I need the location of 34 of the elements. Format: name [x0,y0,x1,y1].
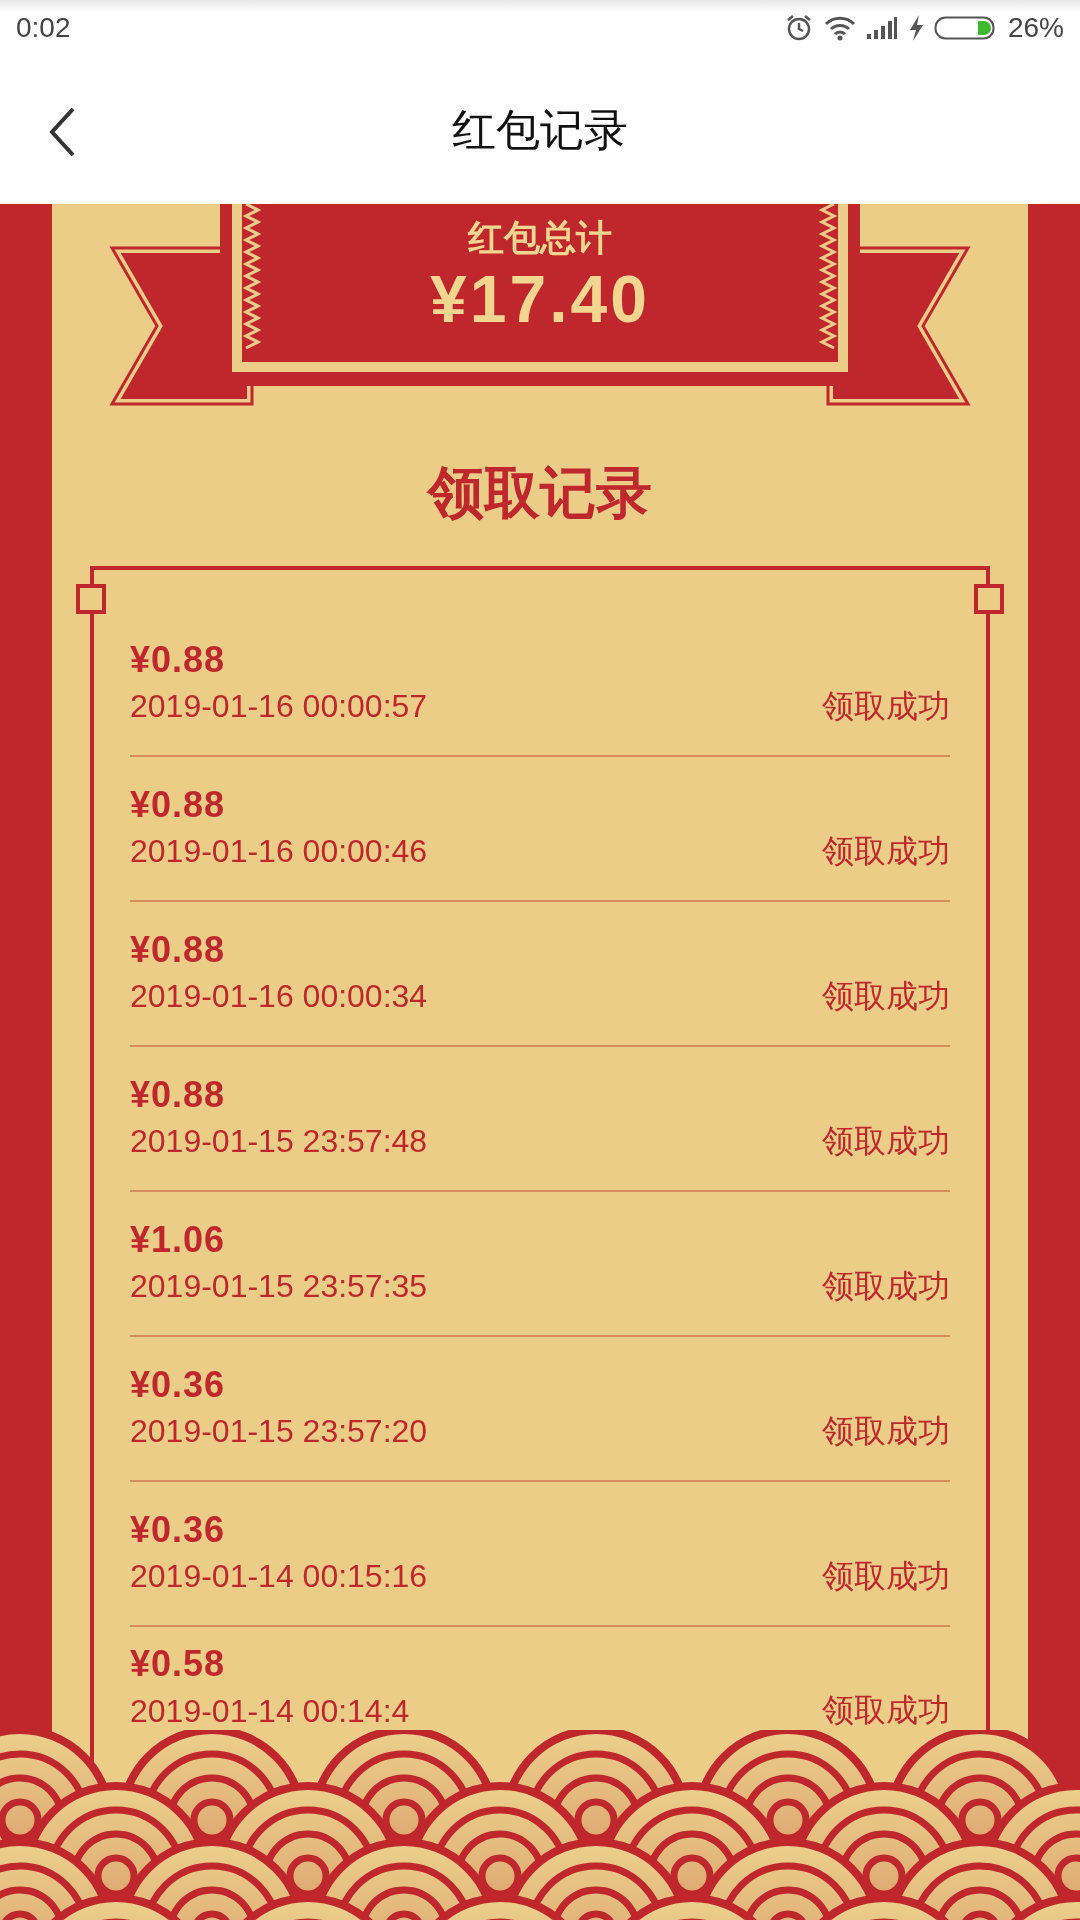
record-status: 领取成功 [822,1555,950,1597]
total-amount: ¥17.40 [430,263,650,336]
record-amount: ¥0.36 [130,1363,227,1406]
record-amount: ¥0.88 [130,638,227,681]
record-status: 领取成功 [822,830,950,872]
record-amount: ¥1.06 [130,1218,227,1261]
section-heading: 领取记录 [428,458,652,527]
record-amount: ¥0.88 [130,783,227,826]
record-time: 2019-01-16 00:00:57 [130,688,428,725]
record-time: 2019-01-16 00:00:46 [130,833,428,870]
signal-icon [865,16,898,40]
record-status: 领取成功 [822,1410,950,1452]
battery-percent: 26% [1007,12,1064,44]
record-time: 2019-01-15 23:57:48 [130,1123,428,1160]
record-status: 领取成功 [822,685,950,727]
charging-icon [907,14,924,42]
record-time: 2019-01-16 00:00:34 [130,978,428,1015]
wifi-icon [823,15,856,41]
battery-icon [933,14,998,42]
record-time: 2019-01-14 00:14:4 [130,1692,410,1730]
record-amount: ¥0.88 [130,928,227,971]
record-status: 领取成功 [822,1120,950,1162]
page-title: 红包记录 [452,102,628,157]
record-time: 2019-01-14 00:15:16 [130,1558,428,1595]
record-time: 2019-01-15 23:57:20 [130,1413,428,1450]
record-amount: ¥0.36 [130,1508,227,1551]
record-amount: ¥0.88 [130,1073,227,1116]
record-amount: ¥0.58 [130,1643,227,1685]
record-status: 领取成功 [822,1265,950,1307]
record-status: 领取成功 [822,975,950,1017]
record-time: 2019-01-15 23:57:35 [130,1268,428,1305]
status-time: 0:02 [16,12,71,44]
total-label: 红包总计 [468,215,612,260]
record-status: 领取成功 [822,1690,950,1731]
